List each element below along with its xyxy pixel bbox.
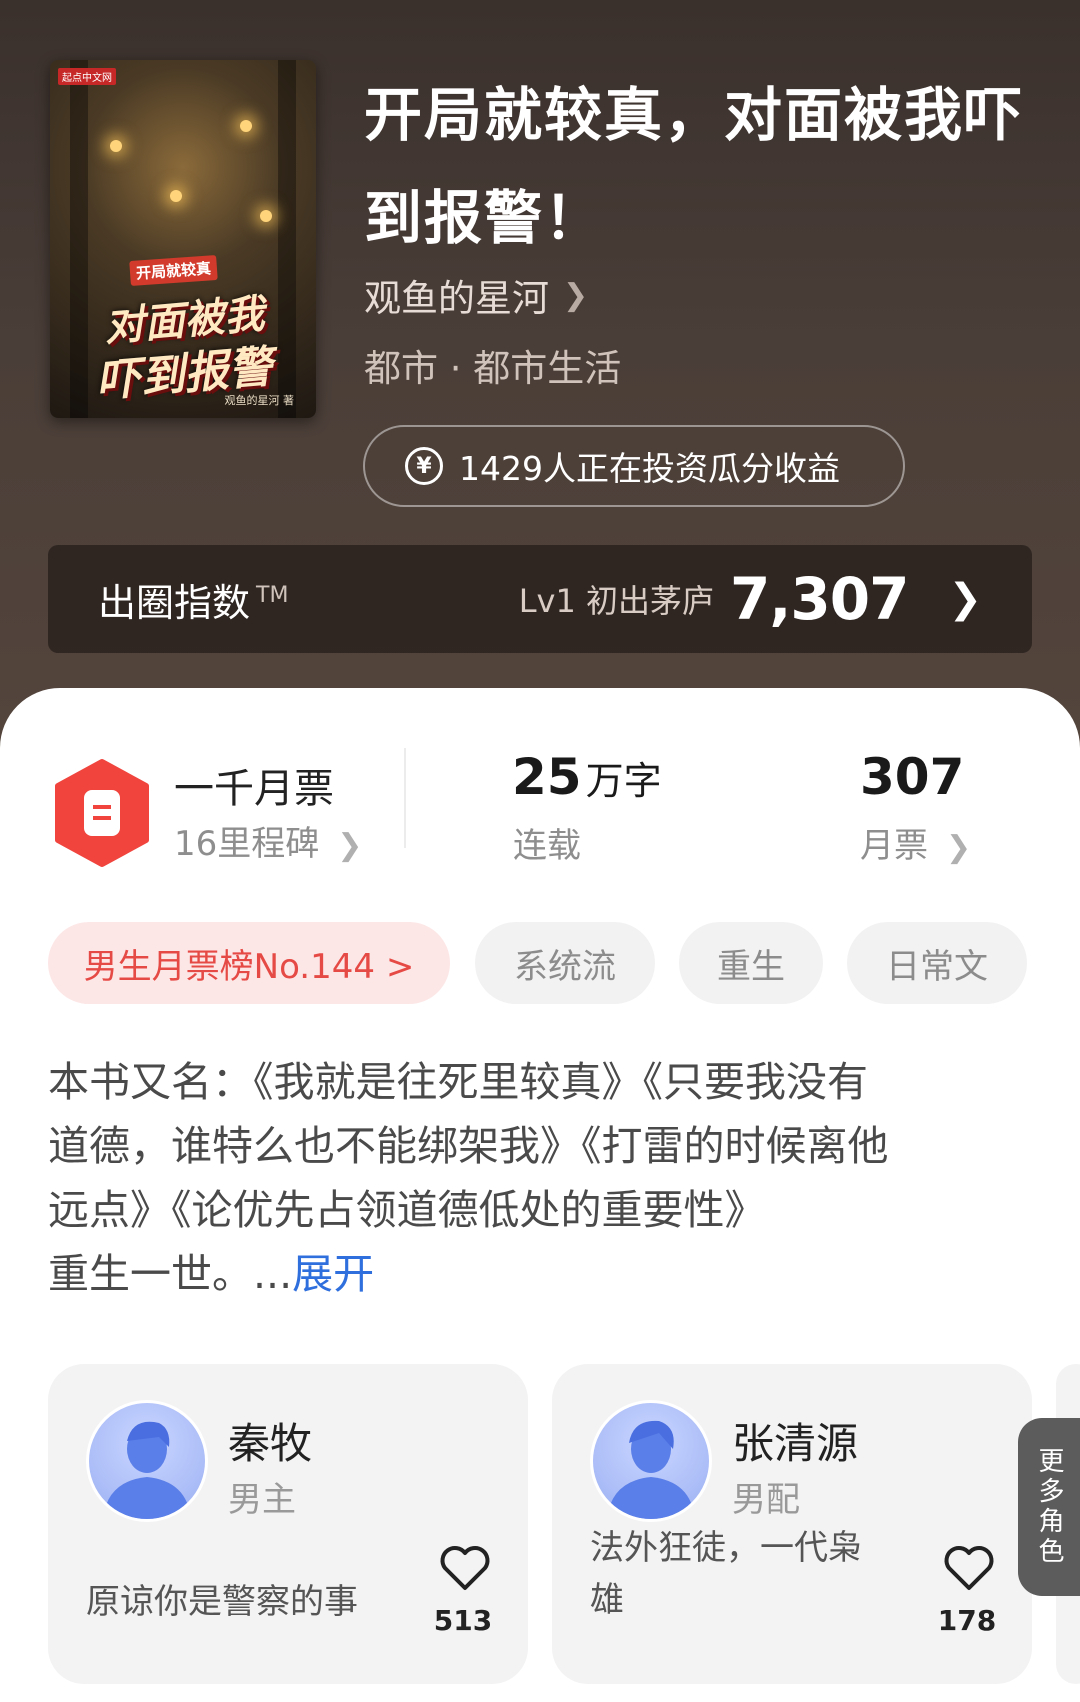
word-count-unit: 万字 bbox=[585, 759, 662, 803]
role-card[interactable]: 张清源 男配 法外狂徒，一代枭雄 178 bbox=[552, 1364, 1032, 1684]
monthly-ticket-count: 307 bbox=[860, 748, 965, 806]
role-description: 原谅你是警察的事 bbox=[86, 1582, 358, 1622]
cover-author: 观鱼的星河 著 bbox=[224, 394, 295, 407]
role-type: 男配 bbox=[732, 1480, 800, 1520]
tag-system[interactable]: 系统流 bbox=[475, 922, 655, 1004]
index-value: 7,307 bbox=[730, 565, 909, 633]
popularity-index-bar[interactable]: 出圈指数 TM Lv1 初出茅庐 7,307 ❯ bbox=[48, 545, 1032, 653]
ticket-milestone-sub: 16里程碑 bbox=[174, 824, 320, 864]
word-count: 25 万字 bbox=[512, 748, 662, 806]
cover-badge: 开局就较真 bbox=[129, 254, 218, 287]
chevron-right-icon: ❯ bbox=[946, 830, 972, 865]
heart-icon[interactable] bbox=[942, 1544, 996, 1592]
yen-circle-icon: ¥ bbox=[405, 447, 443, 485]
book-title: 开局就较真，对面被我吓到报警！ bbox=[364, 81, 1025, 252]
ticket-milestone-title[interactable]: 一千月票 bbox=[174, 756, 334, 814]
book-genre: 都市 · 都市生活 bbox=[364, 347, 622, 390]
cover-lamp bbox=[170, 190, 182, 202]
role-card[interactable]: 秦牧 男主 原谅你是警察的事 513 bbox=[48, 1364, 528, 1684]
heart-icon[interactable] bbox=[438, 1544, 492, 1592]
ticket-milestone-link[interactable]: 16里程碑 ❯ bbox=[174, 816, 362, 865]
monthly-ticket-label: 月票 bbox=[860, 826, 928, 866]
cover-lamp bbox=[110, 140, 122, 152]
index-label: 出圈指数 TM bbox=[98, 580, 289, 625]
book-header: 起点中文网 开局就较真 对面被我 吓到报警 观鱼的星河 著 开局就较真，对面被我… bbox=[0, 0, 1080, 760]
stat-divider bbox=[404, 748, 406, 848]
description-line: 重生一世。...展开 bbox=[48, 1250, 375, 1298]
author-link[interactable]: 观鱼的星河 ❯ bbox=[364, 268, 588, 322]
person-silhouette-icon bbox=[103, 1421, 191, 1519]
cover-lamp bbox=[260, 210, 272, 222]
like-count: 178 bbox=[937, 1604, 997, 1637]
role-type: 男主 bbox=[228, 1480, 296, 1520]
description-line: 本书又名：《我就是往死里较真》《只要我没有 bbox=[48, 1058, 868, 1106]
serial-status: 连载 bbox=[513, 826, 581, 866]
like-count: 513 bbox=[433, 1604, 493, 1637]
cover-lamp bbox=[240, 120, 252, 132]
chevron-right-icon: ❯ bbox=[948, 576, 982, 622]
cover-publisher-logo: 起点中文网 bbox=[58, 68, 116, 85]
tag-daily[interactable]: 日常文 bbox=[847, 922, 1027, 1004]
monthly-ticket-icon bbox=[55, 759, 149, 867]
invest-button[interactable]: ¥ 1429人正在投资瓜分收益 bbox=[363, 425, 905, 507]
book-detail-card: 一千月票 16里程碑 ❯ 25 万字 连载 307 月票 ❯ 男生月票榜No.144 … bbox=[0, 688, 1080, 1702]
role-name: 张清源 bbox=[732, 1419, 859, 1468]
word-count-number: 25 bbox=[512, 748, 582, 806]
monthly-ticket-link[interactable]: 月票 ❯ bbox=[860, 818, 971, 867]
chevron-right-icon: ❯ bbox=[563, 277, 589, 313]
book-cover[interactable]: 起点中文网 开局就较真 对面被我 吓到报警 观鱼的星河 著 bbox=[50, 60, 316, 418]
more-roles-button[interactable]: 更多角色 bbox=[1018, 1418, 1080, 1596]
rank-tag[interactable]: 男生月票榜No.144 > bbox=[48, 922, 450, 1004]
tag-rebirth[interactable]: 重生 bbox=[679, 922, 823, 1004]
description-line: 道德，谁特么也不能绑架我》《打雷的时候离他 bbox=[48, 1122, 889, 1170]
person-silhouette-icon bbox=[607, 1420, 695, 1519]
invest-text: 1429人正在投资瓜分收益 bbox=[459, 449, 840, 488]
book-description: 本书又名：《我就是往死里较真》《只要我没有 道德，谁特么也不能绑架我》《打雷的时… bbox=[48, 1050, 1008, 1306]
role-description: 法外狂徒，一代枭雄 bbox=[590, 1528, 862, 1620]
index-level: Lv1 初出茅庐 bbox=[518, 582, 715, 620]
trademark-mark: TM bbox=[256, 582, 289, 608]
chevron-right-icon: ❯ bbox=[337, 828, 363, 863]
expand-link[interactable]: 展开 bbox=[292, 1250, 374, 1298]
avatar bbox=[86, 1400, 208, 1522]
avatar bbox=[590, 1400, 712, 1522]
description-line: 远点》《论优先占领道德低处的重要性》 bbox=[48, 1186, 766, 1234]
role-name: 秦牧 bbox=[228, 1419, 313, 1468]
author-name: 观鱼的星河 bbox=[364, 277, 549, 320]
